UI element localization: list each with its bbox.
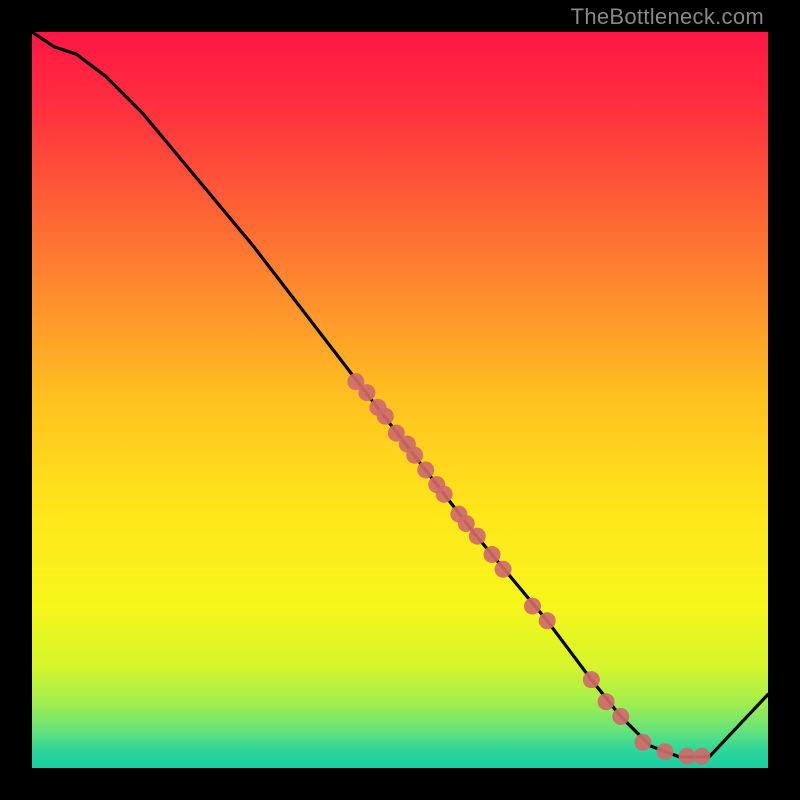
data-point (583, 671, 600, 688)
data-point (524, 598, 541, 615)
data-point (406, 447, 423, 464)
plot-area (32, 32, 768, 768)
chart-frame: TheBottleneck.com (0, 0, 800, 800)
data-point (693, 748, 710, 765)
data-point (484, 546, 501, 563)
data-point (656, 743, 673, 760)
data-point (634, 734, 651, 751)
data-point (436, 486, 453, 503)
watermark-text: TheBottleneck.com (571, 4, 764, 30)
chart-svg (32, 32, 768, 768)
data-point (495, 561, 512, 578)
data-point (417, 461, 434, 478)
data-point (358, 384, 375, 401)
data-point (469, 528, 486, 545)
gradient-background (32, 32, 768, 768)
data-point (612, 708, 629, 725)
data-point (679, 748, 696, 765)
data-point (377, 408, 394, 425)
data-point (598, 693, 615, 710)
data-point (539, 612, 556, 629)
